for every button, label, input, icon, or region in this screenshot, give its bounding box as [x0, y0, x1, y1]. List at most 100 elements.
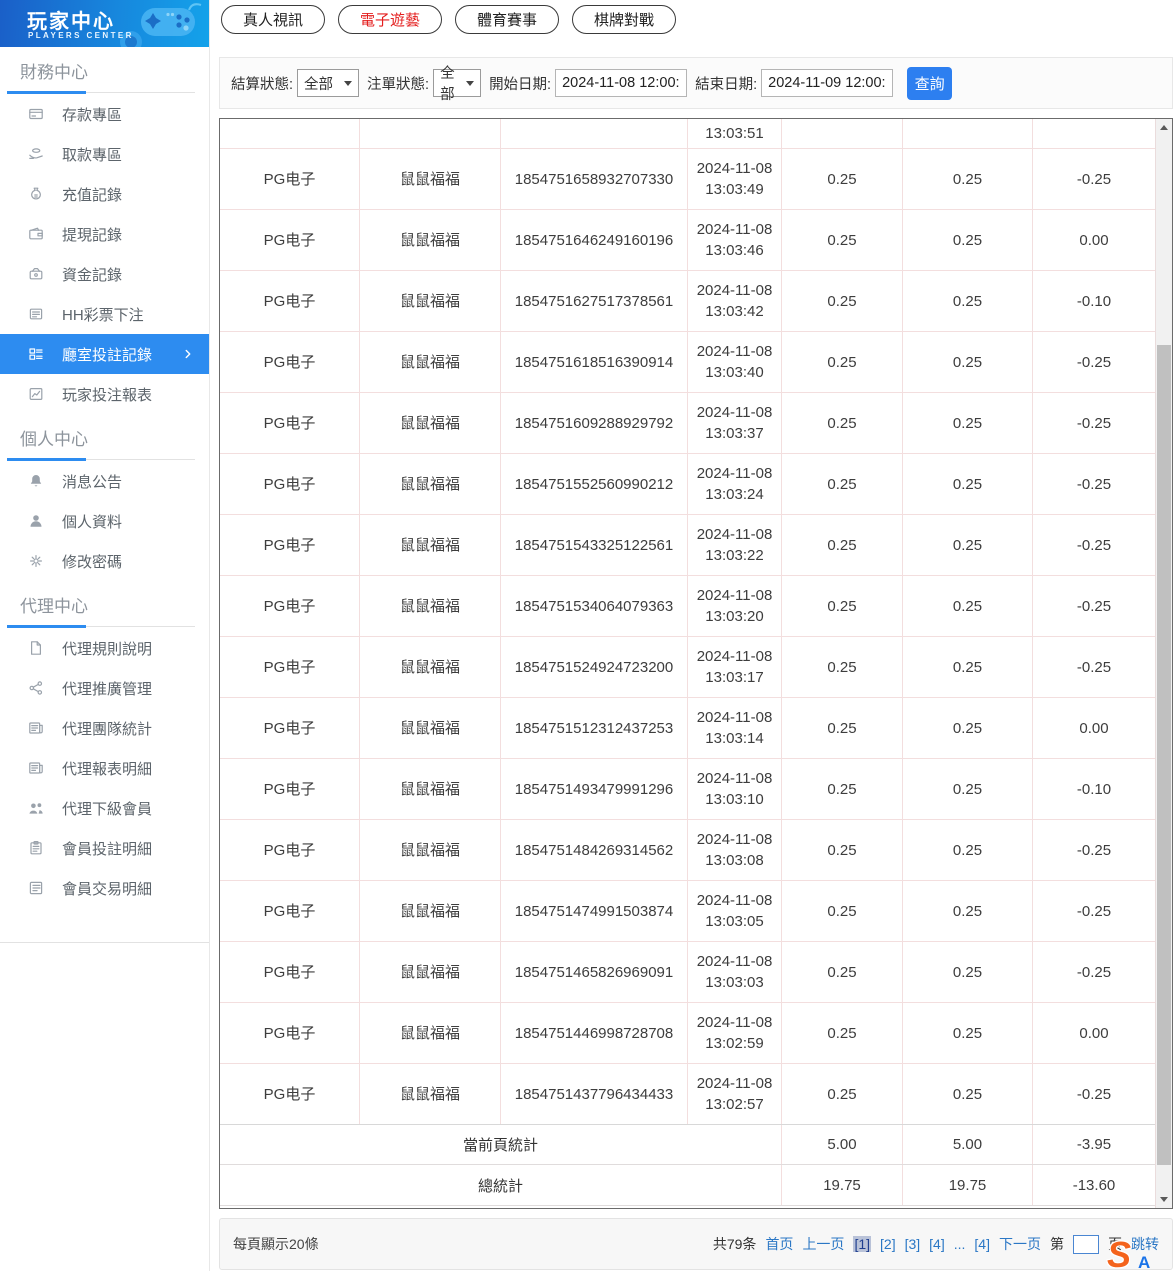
sidebar-item-label: HH彩票下注: [62, 304, 144, 325]
summary-win-loss: -3.95: [1033, 1125, 1155, 1164]
cell-bet-id: 1854751493479991296: [501, 759, 688, 819]
bet-records-table: 13:03:51 PG电子鼠鼠福福18547516589327073302024…: [219, 118, 1173, 1209]
last-page-link[interactable]: [4]: [974, 1236, 990, 1252]
cell-platform: PG电子: [220, 820, 360, 880]
members-icon: [28, 800, 44, 816]
sidebar-item[interactable]: 修改密碼: [0, 541, 209, 581]
next-page-link[interactable]: 下一页: [999, 1234, 1041, 1254]
settle-status-select[interactable]: 全部: [297, 69, 359, 97]
cell-time-line: 13:03:46: [705, 240, 763, 261]
cell-bet-amount: 0.25: [782, 1064, 903, 1124]
page-link-3[interactable]: [3]: [905, 1236, 921, 1252]
first-page-link[interactable]: 首页: [765, 1234, 793, 1254]
search-button[interactable]: 查詢: [907, 67, 952, 100]
cell-platform: PG电子: [220, 210, 360, 270]
cell-valid-bet: 0.25: [903, 515, 1033, 575]
cell-time-line: 13:03:10: [705, 789, 763, 810]
scrollbar-down-button[interactable]: [1156, 1191, 1172, 1208]
user-icon: [28, 513, 44, 529]
vertical-scrollbar[interactable]: [1155, 119, 1172, 1208]
cell-date-line: 2024-11-08: [697, 829, 773, 850]
tab-2[interactable]: 體育賽事: [455, 5, 559, 34]
cell-game: 鼠鼠福福: [360, 942, 501, 1002]
chevron-down-icon: [466, 81, 474, 86]
cell-time: 2024-11-0813:03:22: [688, 515, 782, 575]
cell-bet-id: 1854751543325122561: [501, 515, 688, 575]
sidebar-item[interactable]: 廳室投註記錄: [0, 334, 209, 374]
table-row: PG电子鼠鼠福福18547516185163909142024-11-0813:…: [220, 332, 1155, 393]
cell-platform: PG电子: [220, 881, 360, 941]
filter-bar: 結算狀態: 全部 注單狀態: 全部 開始日期: 結束日期: 查詢: [219, 57, 1173, 109]
sidebar-item-label: 提現記錄: [62, 224, 122, 245]
sidebar-item[interactable]: 資金記錄: [0, 254, 209, 294]
sidebar-section-label: 個人中心: [20, 428, 209, 452]
cell-win-loss: -0.10: [1033, 271, 1155, 331]
cell-win-loss: -0.25: [1033, 820, 1155, 880]
sidebar-item[interactable]: 存款專區: [0, 94, 209, 134]
total-summary-label: 總統計: [220, 1165, 782, 1205]
cell-time-line: 13:03:05: [705, 911, 763, 932]
prev-page-link[interactable]: 上一页: [802, 1234, 844, 1254]
sidebar-item-label: 玩家投注報表: [62, 384, 152, 405]
cell-platform: PG电子: [220, 576, 360, 636]
cell-time: 2024-11-0813:03:03: [688, 942, 782, 1002]
table-row: PG电子鼠鼠福福18547515249247232002024-11-0813:…: [220, 637, 1155, 698]
report-detail-icon: [28, 760, 44, 776]
sidebar-item[interactable]: 消息公告: [0, 461, 209, 501]
cell-valid-bet: 0.25: [903, 1064, 1033, 1124]
sidebar-item[interactable]: 個人資料: [0, 501, 209, 541]
cell-valid-bet: 0.25: [903, 1003, 1033, 1063]
deposit-card-icon: [28, 106, 44, 122]
sidebar-item[interactable]: 代理推廣管理: [0, 668, 209, 708]
sidebar-item[interactable]: 代理團隊統計: [0, 708, 209, 748]
tab-3[interactable]: 棋牌對戰: [572, 5, 676, 34]
page-link-1[interactable]: [1]: [853, 1236, 871, 1252]
cell-valid-bet: 0.25: [903, 393, 1033, 453]
sidebar-item[interactable]: 會員投註明細: [0, 828, 209, 868]
cell-win-loss: -0.25: [1033, 149, 1155, 209]
cell-time: 2024-11-0813:02:57: [688, 1064, 782, 1124]
money-bag-icon: [28, 186, 44, 202]
ticket-list-icon: [28, 306, 44, 322]
total-valid-bet: 19.75: [903, 1165, 1033, 1205]
cell-bet-amount: 0.25: [782, 942, 903, 1002]
cell-time-line: 13:03:14: [705, 728, 763, 749]
start-date-label: 開始日期:: [489, 73, 551, 94]
sidebar-item[interactable]: 充值記錄: [0, 174, 209, 214]
table-row: PG电子鼠鼠福福18547516092889297922024-11-0813:…: [220, 393, 1155, 454]
page-link-4[interactable]: [4]: [929, 1236, 945, 1252]
sidebar-item[interactable]: HH彩票下注: [0, 294, 209, 334]
cell-bet-id: 1854751484269314562: [501, 820, 688, 880]
jump-page-input[interactable]: [1073, 1235, 1099, 1254]
cell-time-line: 13:03:40: [705, 362, 763, 383]
cell-bet-id: 1854751609288929792: [501, 393, 688, 453]
end-date-input[interactable]: [761, 69, 893, 97]
sidebar-item[interactable]: 取款專區: [0, 134, 209, 174]
cell-game: 鼠鼠福福: [360, 1064, 501, 1124]
sidebar-item[interactable]: 會員交易明細: [0, 868, 209, 908]
scrollbar-up-button[interactable]: [1156, 119, 1172, 136]
sidebar-item[interactable]: 代理規則說明: [0, 628, 209, 668]
sogou-ime-icon[interactable]: S: [1107, 1240, 1131, 1271]
sidebar-item[interactable]: 代理下級會員: [0, 788, 209, 828]
total-summary-row: 總統計 19.75 19.75 -13.60: [220, 1165, 1155, 1206]
cell-bet-amount: 0.25: [782, 149, 903, 209]
pagination-bar: 每頁顯示20條 共79条 首页 上一页 [1][2][3][4] ... [4]…: [219, 1218, 1173, 1270]
page-link-2[interactable]: [2]: [880, 1236, 896, 1252]
order-status-select[interactable]: 全部: [433, 69, 481, 97]
tab-0[interactable]: 真人視訊: [221, 5, 325, 34]
sidebar-item[interactable]: 玩家投注報表: [0, 374, 209, 414]
table-row: PG电子鼠鼠福福18547516589327073302024-11-0813:…: [220, 149, 1155, 210]
ime-mode-a-icon[interactable]: A: [1138, 1254, 1150, 1271]
sidebar-item[interactable]: 提現記錄: [0, 214, 209, 254]
sidebar-item[interactable]: 代理報表明細: [0, 748, 209, 788]
cell-win-loss: -0.25: [1033, 637, 1155, 697]
scrollbar-thumb[interactable]: [1157, 345, 1171, 1165]
cell-platform: PG电子: [220, 942, 360, 1002]
cell-bet-amount: 0.25: [782, 576, 903, 636]
sidebar-item-label: 代理報表明細: [62, 758, 152, 779]
order-status-label: 注單狀態:: [367, 73, 429, 94]
cell-bet-amount: 0.25: [782, 1003, 903, 1063]
start-date-input[interactable]: [555, 69, 687, 97]
tab-1[interactable]: 電子遊藝: [338, 5, 442, 34]
